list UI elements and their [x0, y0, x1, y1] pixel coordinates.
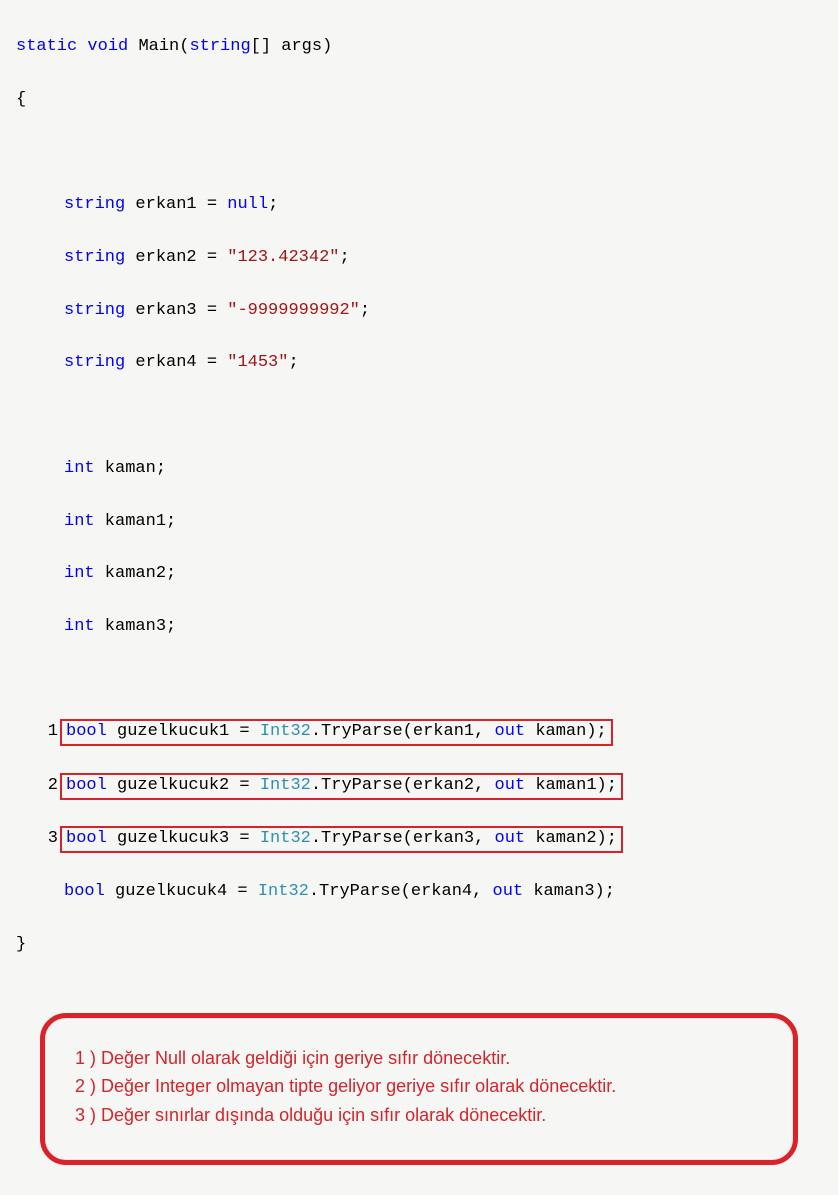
code-line: int kaman3;	[16, 614, 822, 640]
note-2: 2 ) Değer Integer olmayan tipte geliyor …	[75, 1072, 763, 1101]
keyword-string: string	[64, 301, 125, 320]
code-text: erkan4,	[411, 882, 493, 901]
keyword-out: out	[493, 882, 524, 901]
code-text: kaman3);	[523, 882, 615, 901]
code-text: erkan3,	[413, 829, 495, 848]
code-text: .TryParse(	[311, 776, 413, 795]
annotation-number: 2	[40, 773, 58, 799]
string-literal: "123.42342"	[227, 248, 339, 267]
code-line: bool guzelkucuk4 = Int32.TryParse(erkan4…	[16, 879, 822, 905]
class-int32: Int32	[260, 722, 311, 741]
keyword-int: int	[64, 459, 95, 478]
keyword-out: out	[495, 776, 526, 795]
code-line: string erkan4 = "1453";	[16, 350, 822, 376]
code-line-annotated: 1bool guzelkucuk1 = Int32.TryParse(erkan…	[16, 719, 822, 746]
blank-line	[16, 667, 822, 693]
var-decl: erkan3 =	[125, 301, 227, 320]
string-literal: "-9999999992"	[227, 301, 360, 320]
keyword-static: static	[16, 37, 77, 56]
code-line: static void Main(string[] args)	[16, 34, 822, 60]
keyword-out: out	[495, 722, 526, 741]
code-line: int kaman1;	[16, 509, 822, 535]
keyword-int: int	[64, 617, 95, 636]
keyword-string: string	[189, 37, 250, 56]
code-text: erkan1,	[413, 722, 495, 741]
blank-line	[16, 403, 822, 429]
code-text: erkan2,	[413, 776, 495, 795]
code-text: kaman1);	[525, 776, 617, 795]
semicolon: ;	[360, 301, 370, 320]
class-int32: Int32	[260, 776, 311, 795]
code-line: int kaman;	[16, 456, 822, 482]
var-decl: kaman1;	[95, 512, 177, 531]
semicolon: ;	[288, 353, 298, 372]
keyword-bool: bool	[64, 882, 105, 901]
page: static void Main(string[] args) { string…	[0, 0, 838, 1195]
code-text: guzelkucuk2 =	[107, 776, 260, 795]
highlighted-code-2: bool guzelkucuk2 = Int32.TryParse(erkan2…	[60, 773, 623, 800]
brace-open: {	[16, 87, 822, 113]
code-text: .TryParse(	[309, 882, 411, 901]
keyword-string: string	[64, 248, 125, 267]
var-decl: erkan2 =	[125, 248, 227, 267]
code-text: guzelkucuk4 =	[105, 882, 258, 901]
var-decl: erkan1 =	[125, 195, 227, 214]
class-int32: Int32	[260, 829, 311, 848]
highlighted-code-3: bool guzelkucuk3 = Int32.TryParse(erkan3…	[60, 826, 623, 853]
code-text: .TryParse(	[311, 722, 413, 741]
keyword-int: int	[64, 512, 95, 531]
code-line: string erkan3 = "-9999999992";	[16, 298, 822, 324]
args-tail: [] args)	[251, 37, 333, 56]
code-line-annotated: 3bool guzelkucuk3 = Int32.TryParse(erkan…	[16, 826, 822, 853]
code-text: guzelkucuk1 =	[107, 722, 260, 741]
keyword-int: int	[64, 564, 95, 583]
semicolon: ;	[268, 195, 278, 214]
method-name: Main(	[138, 37, 189, 56]
annotation-number: 3	[40, 826, 58, 852]
code-block: static void Main(string[] args) { string…	[16, 8, 822, 985]
code-line: int kaman2;	[16, 561, 822, 587]
brace-close: }	[16, 932, 822, 958]
note-3: 3 ) Değer sınırlar dışında olduğu için s…	[75, 1101, 763, 1130]
keyword-out: out	[495, 829, 526, 848]
keyword-string: string	[64, 195, 125, 214]
note-1: 1 ) Değer Null olarak geldiği için geriy…	[75, 1044, 763, 1073]
code-text: kaman2);	[525, 829, 617, 848]
keyword-bool: bool	[66, 722, 107, 741]
keyword-bool: bool	[66, 829, 107, 848]
keyword-string: string	[64, 353, 125, 372]
code-text: kaman);	[525, 722, 607, 741]
code-line-annotated: 2bool guzelkucuk2 = Int32.TryParse(erkan…	[16, 773, 822, 800]
semicolon: ;	[339, 248, 349, 267]
var-decl: kaman3;	[95, 617, 177, 636]
string-literal: "1453"	[227, 353, 288, 372]
class-int32: Int32	[258, 882, 309, 901]
blank-line	[16, 140, 822, 166]
code-text: .TryParse(	[311, 829, 413, 848]
explanation-box: 1 ) Değer Null olarak geldiği için geriy…	[40, 1013, 798, 1165]
code-line: string erkan1 = null;	[16, 192, 822, 218]
var-decl: kaman;	[95, 459, 166, 478]
keyword-null: null	[227, 195, 268, 214]
code-line: string erkan2 = "123.42342";	[16, 245, 822, 271]
annotation-number: 1	[40, 719, 58, 745]
keyword-bool: bool	[66, 776, 107, 795]
code-text: guzelkucuk3 =	[107, 829, 260, 848]
highlighted-code-1: bool guzelkucuk1 = Int32.TryParse(erkan1…	[60, 719, 613, 746]
keyword-void: void	[87, 37, 128, 56]
var-decl: erkan4 =	[125, 353, 227, 372]
var-decl: kaman2;	[95, 564, 177, 583]
